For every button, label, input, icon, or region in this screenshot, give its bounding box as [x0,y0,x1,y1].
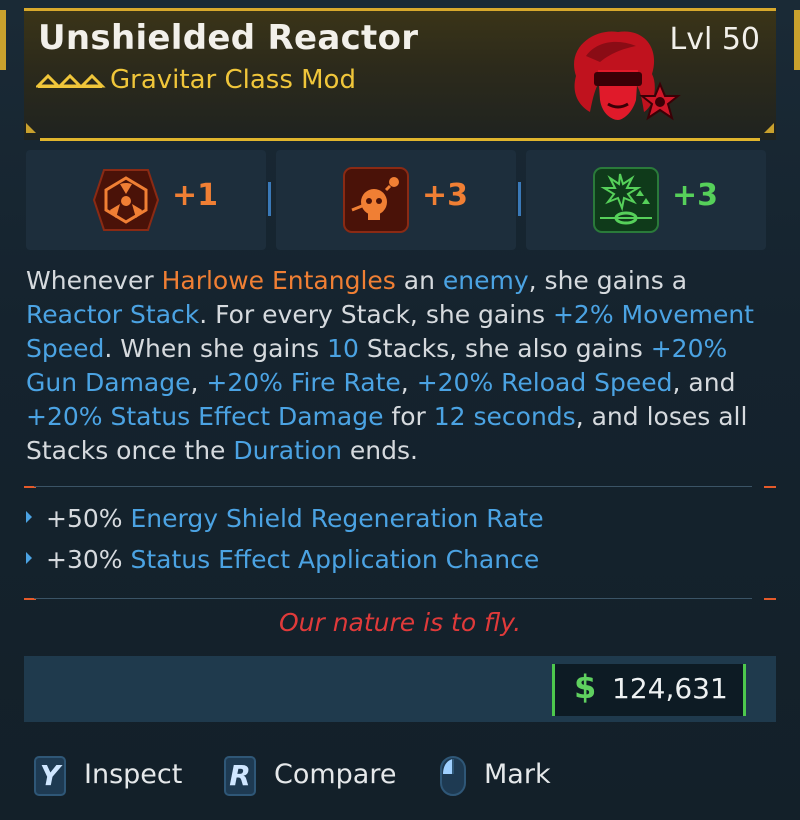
stat-row: +50% Energy Shield Regeneration Rate [26,504,544,533]
stack-count-value: 10 [327,334,359,363]
enemy-keyword[interactable]: enemy [443,266,529,295]
harlowe-entangles-keyword[interactable]: Harlowe Entangles [162,266,396,295]
compare-button[interactable]: R Compare [224,754,404,798]
corner-left-icon [26,123,36,133]
skill-separator [268,182,271,216]
stat-name[interactable]: Status Effect Application Chance [130,545,539,574]
rarity-chevrons-icon [36,73,106,88]
skill-bonus-1[interactable]: +1 [26,150,266,250]
item-class: Gravitar Class Mod [110,65,356,95]
dollar-icon: $ [574,668,597,706]
skill-bonus-2[interactable]: +3 [276,150,516,250]
reactor-stack-keyword[interactable]: Reactor Stack [26,300,199,329]
section-divider [34,486,752,487]
stat-name[interactable]: Energy Shield Regeneration Rate [130,504,543,533]
movement-speed-value: +2% [552,300,614,329]
header-right-accent [794,10,800,70]
divider-dash [764,598,776,600]
item-description: Whenever Harlowe Entangles an enemy, she… [26,266,754,465]
section-divider [34,598,752,599]
skill-bonus-value: +3 [422,178,469,213]
burst-arrows-icon [593,167,659,233]
bullet-icon [26,511,32,523]
corner-right-icon [764,123,774,133]
mark-label: Mark [484,759,551,790]
duration-value: 12 seconds [433,402,576,431]
item-price: 124,631 [612,672,728,705]
inspect-button[interactable]: Y Inspect [34,754,194,798]
duration-keyword[interactable]: Duration [233,436,342,465]
y-key-icon: Y [34,756,66,796]
inspect-label: Inspect [84,759,183,790]
header-divider [40,138,760,141]
mouse-icon [440,756,466,796]
skill-separator [518,182,521,216]
reload-speed-keyword[interactable]: +20% Reload Speed [417,368,673,397]
r-key-icon: R [224,756,256,796]
mark-button[interactable]: Mark [438,754,568,798]
divider-dash [764,486,776,488]
item-name: Unshielded Reactor [38,18,419,58]
header-left-accent [0,10,6,70]
skill-bonus-value: +3 [672,178,719,213]
skill-bonus-3[interactable]: +3 [526,150,766,250]
skill-bonus-value: +1 [172,178,219,213]
bullet-icon [26,552,32,564]
harlowe-portrait-icon [574,31,681,121]
flavor-text: Our nature is to fly. [278,608,522,637]
status-damage-keyword[interactable]: +20% Status Effect Damage [26,402,383,431]
fire-rate-keyword[interactable]: +20% Fire Rate [206,368,400,397]
skull-projectile-icon [343,167,409,233]
stat-row: +30% Status Effect Application Chance [26,545,539,574]
compare-label: Compare [274,759,397,790]
item-card: Unshielded Reactor Lvl 50 Gravitar Class… [0,0,800,820]
radiation-emblem-icon [92,169,160,231]
